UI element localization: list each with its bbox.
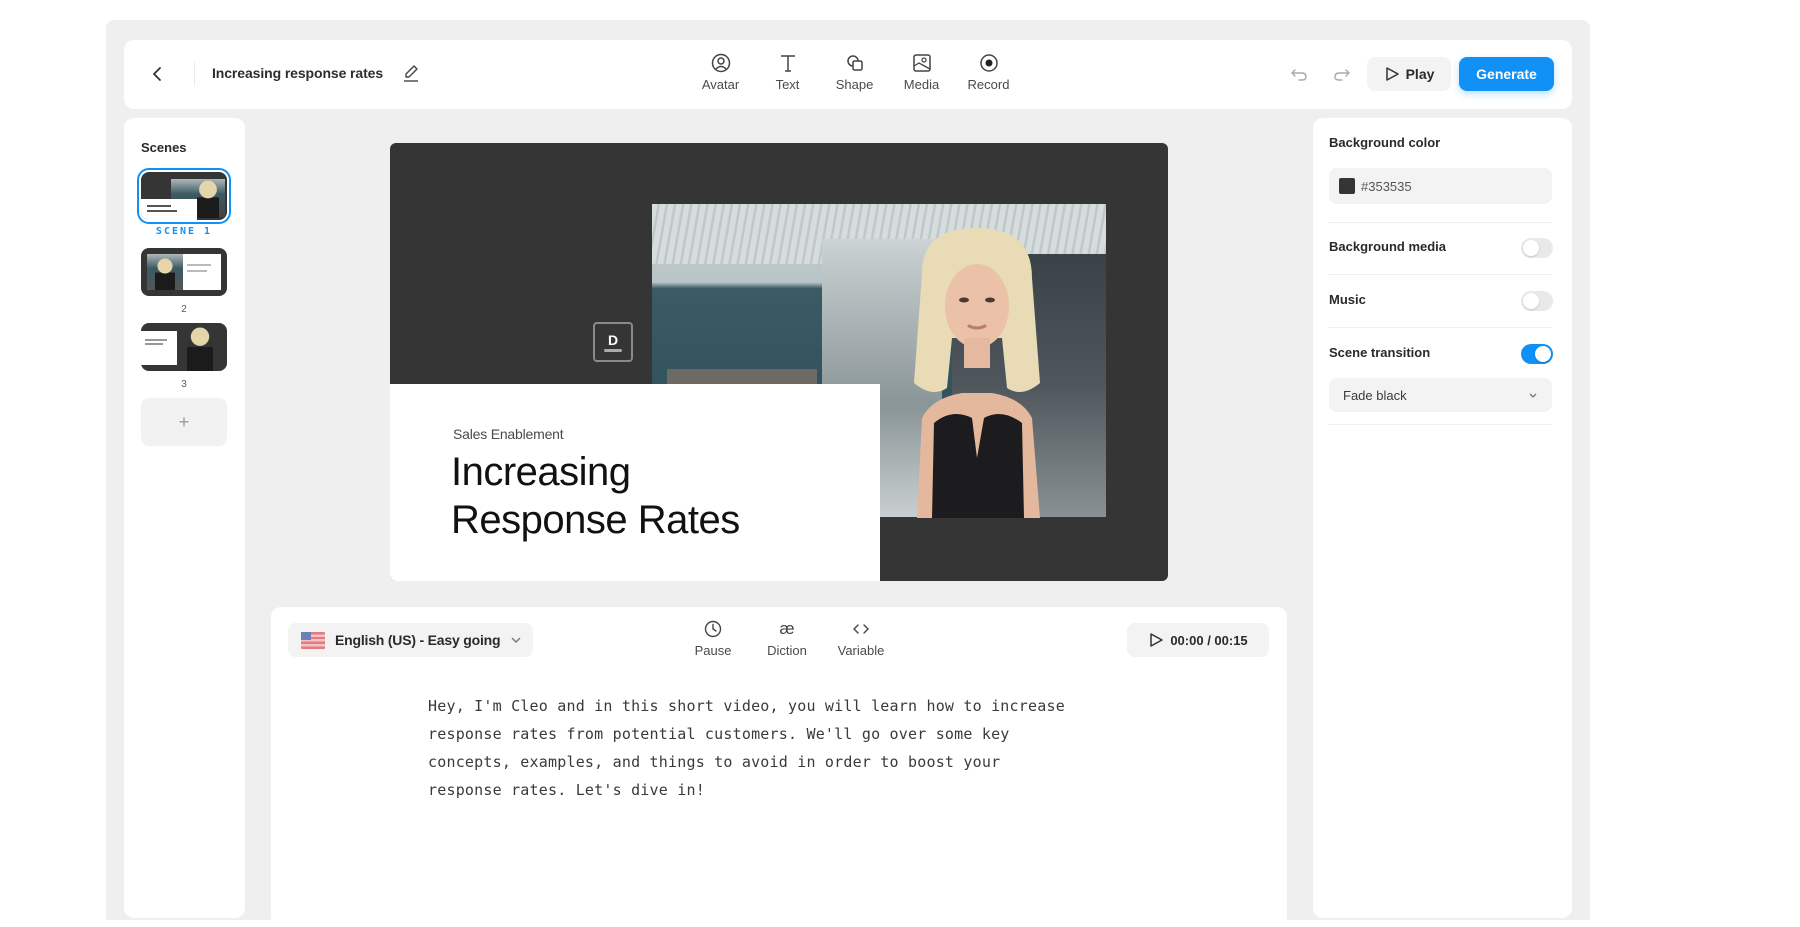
tool-label: Variable — [837, 643, 885, 658]
chevron-left-icon — [153, 67, 161, 81]
tool-shape[interactable]: Shape — [821, 52, 888, 92]
add-scene-button[interactable]: + — [141, 398, 227, 446]
title-card[interactable]: Sales Enablement Increasing Response Rat… — [390, 384, 880, 581]
tool-label: Text — [775, 77, 800, 92]
tool-record[interactable]: Record — [955, 52, 1022, 92]
redo-icon — [1334, 69, 1350, 81]
undo-button[interactable] — [1287, 62, 1311, 86]
back-button[interactable] — [144, 60, 172, 88]
tool-label: Avatar — [701, 77, 740, 92]
tool-label: Media — [903, 77, 940, 92]
voice-label: English (US) - Easy going — [335, 632, 501, 648]
clock-icon — [704, 620, 722, 638]
generate-button[interactable]: Generate — [1459, 57, 1554, 91]
music-toggle[interactable] — [1521, 291, 1553, 311]
headline-text[interactable]: Increasing Response Rates — [451, 448, 740, 544]
background-media-toggle[interactable] — [1521, 238, 1553, 258]
scenes-panel: Scenes SCENE 1 2 3 + — [124, 118, 245, 918]
tool-pause[interactable]: Pause — [676, 619, 750, 658]
script-panel: English (US) - Easy going Pause æ Dictio… — [271, 607, 1287, 927]
color-swatch[interactable] — [1339, 178, 1355, 194]
voice-select[interactable]: English (US) - Easy going — [288, 623, 533, 657]
tool-label: Pause — [694, 643, 732, 658]
time-readout: 00:00 / 00:15 — [1170, 632, 1248, 648]
chevron-down-icon — [1529, 393, 1537, 398]
scene-label: SCENE 1 — [155, 226, 213, 237]
record-icon — [979, 54, 998, 72]
tool-media[interactable]: Media — [888, 52, 955, 92]
shape-icon — [846, 55, 863, 71]
tool-variable[interactable]: Variable — [824, 619, 898, 658]
scene-transition-toggle[interactable] — [1521, 344, 1553, 364]
logo-letter: D — [607, 331, 619, 348]
play-label: Play — [1405, 66, 1435, 82]
edit-title-button[interactable] — [400, 62, 422, 84]
divider — [1329, 222, 1552, 223]
undo-icon — [1291, 69, 1307, 81]
project-title: Increasing response rates — [212, 65, 384, 81]
preview-audio-button[interactable]: 00:00 / 00:15 — [1127, 623, 1269, 657]
music-label: Music — [1329, 292, 1366, 307]
divider — [1329, 424, 1552, 425]
pencil-icon — [404, 65, 418, 82]
code-icon — [853, 624, 869, 634]
script-tools: Pause æ Diction Variable — [676, 619, 898, 658]
tool-label: Record — [967, 77, 1010, 92]
background-color-label: Background color — [1329, 135, 1441, 150]
logo-wordmark — [604, 348, 622, 352]
eyebrow-text[interactable]: Sales Enablement — [453, 426, 564, 442]
scenes-title: Scenes — [141, 140, 187, 155]
avatar-presenter[interactable] — [872, 218, 1082, 518]
tool-avatar[interactable]: Avatar — [687, 52, 754, 92]
properties-panel: Background color #353535 Background medi… — [1313, 118, 1572, 918]
brand-logo[interactable]: D — [593, 322, 633, 362]
scene-thumbnail-3[interactable] — [141, 323, 227, 371]
tool-text[interactable]: Text — [754, 52, 821, 92]
tool-label: Diction — [767, 643, 807, 658]
avatar-icon — [711, 53, 730, 73]
insert-tools: Avatar Text Shape Media Record — [687, 52, 1022, 92]
transition-value: Fade black — [1343, 387, 1407, 403]
divider — [1329, 274, 1552, 275]
media-icon — [912, 54, 931, 72]
play-icon — [1150, 633, 1164, 647]
top-toolbar: Increasing response rates Avatar Text Sh… — [124, 40, 1572, 109]
headline-line-1: Increasing — [451, 450, 631, 494]
script-textarea[interactable]: Hey, I'm Cleo and in this short video, y… — [428, 692, 1148, 804]
text-icon — [780, 55, 795, 72]
ae-icon: æ — [779, 619, 795, 638]
redo-button[interactable] — [1330, 62, 1354, 86]
scene-canvas[interactable]: D Sales Enablement Increasing Response R… — [390, 143, 1168, 581]
play-icon — [1385, 67, 1399, 81]
scene-label: 2 — [181, 304, 187, 315]
scene-label: 3 — [181, 379, 187, 390]
play-button[interactable]: Play — [1367, 57, 1451, 91]
background-media-label: Background media — [1329, 239, 1447, 254]
divider — [194, 62, 195, 86]
us-flag-icon — [301, 631, 325, 649]
transition-select[interactable]: Fade black — [1329, 378, 1552, 412]
headline-line-2: Response Rates — [451, 498, 740, 542]
tool-diction[interactable]: æ Diction — [750, 619, 824, 658]
color-value: #353535 — [1361, 178, 1412, 194]
background-color-input[interactable]: #353535 — [1329, 168, 1552, 204]
divider — [1329, 327, 1552, 328]
scene-thumbnail-1[interactable] — [137, 168, 231, 224]
scene-thumbnail-2[interactable] — [141, 248, 227, 296]
tool-label: Shape — [835, 77, 874, 92]
scene-transition-label: Scene transition — [1329, 345, 1431, 360]
chevron-down-icon — [511, 637, 521, 643]
